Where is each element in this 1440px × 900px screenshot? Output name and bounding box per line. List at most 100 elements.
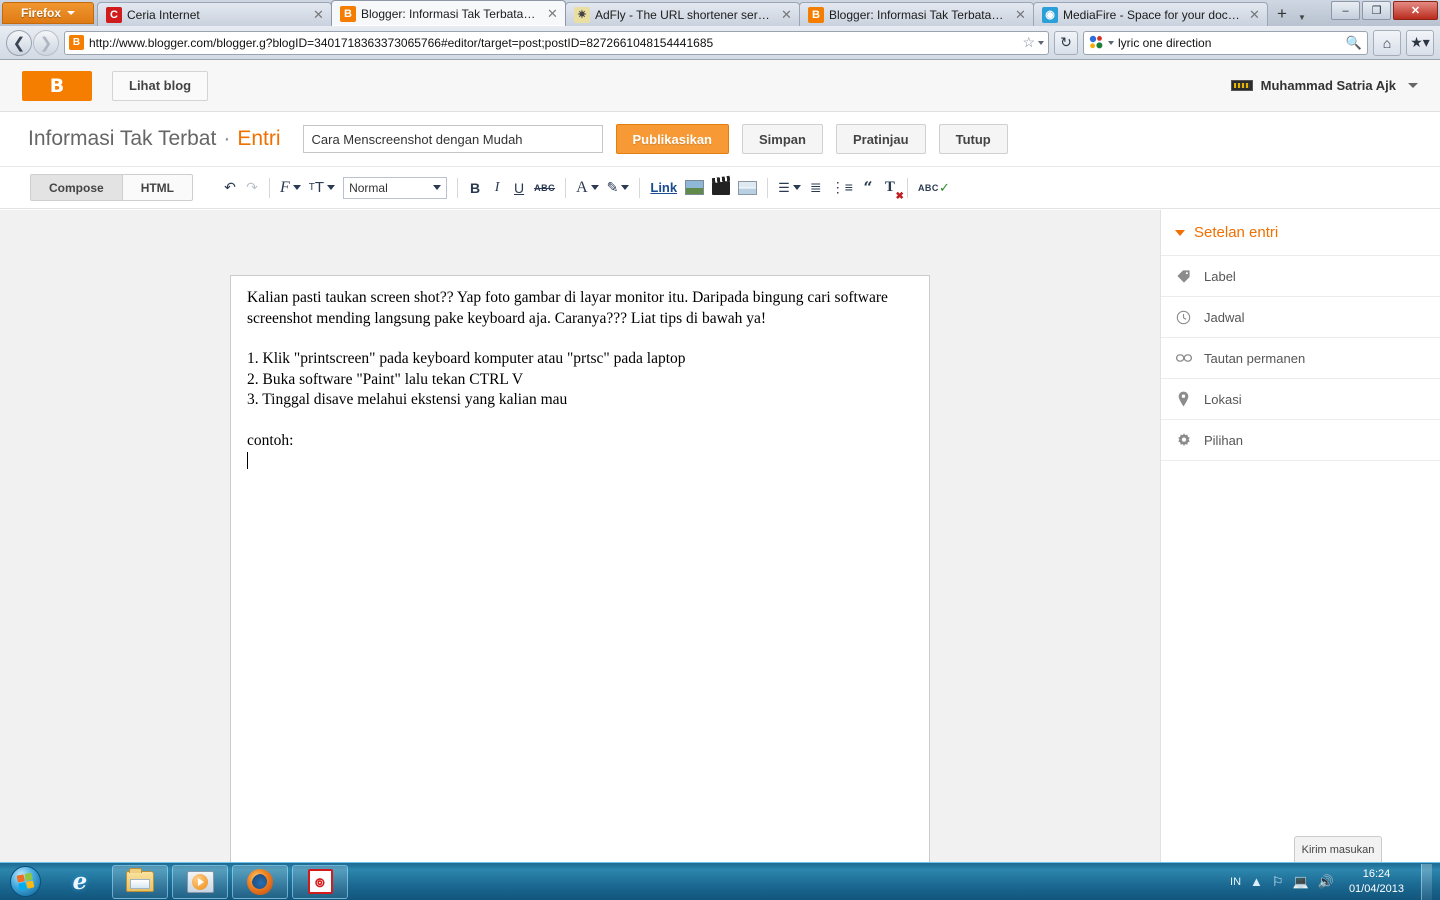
sidebar-item-label[interactable]: Label bbox=[1161, 256, 1440, 297]
close-post-button[interactable]: Tutup bbox=[938, 124, 1008, 154]
post-settings-header[interactable]: Setelan entri bbox=[1161, 210, 1440, 256]
taskbar-item-red-app[interactable]: ๏ bbox=[292, 864, 348, 899]
font-family-icon[interactable]: F bbox=[276, 175, 305, 201]
adfly-icon: ✷ bbox=[574, 6, 590, 23]
reload-button[interactable]: ↻ bbox=[1054, 30, 1078, 55]
send-feedback-button[interactable]: Kirim masukan bbox=[1294, 836, 1382, 862]
chevron-down-icon[interactable] bbox=[1038, 40, 1044, 45]
close-icon[interactable]: ✕ bbox=[780, 7, 793, 23]
text-align-icon[interactable]: ☰ bbox=[774, 175, 805, 201]
forward-button[interactable]: ❯ bbox=[33, 29, 59, 56]
action-center-flag-icon[interactable]: ⚐ bbox=[1272, 874, 1284, 890]
sidebar-item-pilihan[interactable]: Pilihan bbox=[1161, 420, 1440, 461]
close-icon[interactable]: ✕ bbox=[546, 6, 559, 22]
close-icon[interactable]: ✕ bbox=[312, 7, 325, 23]
network-icon[interactable]: 💻 bbox=[1293, 874, 1309, 890]
editor-mode-switch: Compose HTML bbox=[30, 174, 194, 201]
insert-image-icon[interactable] bbox=[681, 175, 708, 201]
strikethrough-icon[interactable]: ABC bbox=[530, 175, 559, 201]
redo-icon[interactable]: ↷ bbox=[241, 175, 263, 201]
blogger-icon: B bbox=[69, 35, 84, 50]
close-icon[interactable]: ✕ bbox=[1014, 7, 1027, 23]
publish-button[interactable]: Publikasikan bbox=[615, 124, 729, 154]
undo-icon[interactable]: ↶ bbox=[219, 175, 241, 201]
paragraph-format-select[interactable]: Normal bbox=[343, 176, 448, 199]
taskbar-item-internet-explorer[interactable]: e bbox=[52, 865, 108, 899]
sidebar-item-jadwal[interactable]: Jadwal bbox=[1161, 297, 1440, 338]
editor-line: 1. Klik "printscreen" pada keyboard komp… bbox=[247, 350, 686, 368]
taskbar-item-firefox[interactable] bbox=[232, 864, 288, 899]
underline-icon[interactable]: U bbox=[508, 175, 530, 201]
list-all-tabs-icon[interactable]: ▼ bbox=[1295, 13, 1309, 22]
taskbar-item-media-player[interactable] bbox=[172, 864, 228, 899]
tab-html[interactable]: HTML bbox=[122, 174, 194, 201]
clock[interactable]: 16:24 01/04/2013 bbox=[1343, 867, 1410, 896]
search-bar[interactable]: lyric one direction 🔍 bbox=[1083, 30, 1368, 55]
close-button[interactable]: ✕ bbox=[1393, 1, 1438, 20]
blogger-icon: B bbox=[808, 6, 824, 23]
show-desktop-button[interactable] bbox=[1421, 863, 1432, 900]
mediafire-icon: ◉ bbox=[1042, 6, 1058, 23]
blog-name: Informasi Tak Terbat bbox=[28, 127, 217, 150]
toolbar-divider bbox=[639, 177, 641, 198]
preview-button[interactable]: Pratinjau bbox=[835, 124, 926, 154]
address-bar[interactable]: B http://www.blogger.com/blogger.g?blogI… bbox=[64, 30, 1049, 55]
tab-compose[interactable]: Compose bbox=[30, 174, 123, 201]
browser-tab-mediafire[interactable]: ◉ MediaFire - Space for your docum... ✕ bbox=[1033, 2, 1268, 26]
search-input[interactable]: lyric one direction bbox=[1118, 36, 1342, 50]
restore-button[interactable]: ❐ bbox=[1362, 1, 1391, 20]
search-icon[interactable]: 🔍 bbox=[1346, 35, 1362, 51]
insert-video-icon[interactable] bbox=[708, 175, 734, 201]
browser-tab-blogger-active[interactable]: B Blogger: Informasi Tak Terbatas (... ✕ bbox=[331, 0, 566, 26]
spellcheck-icon[interactable]: ABC ✓ bbox=[914, 175, 954, 201]
back-button[interactable]: ❮ bbox=[6, 29, 32, 56]
link-icon bbox=[1175, 352, 1192, 364]
insert-jump-break-icon[interactable] bbox=[734, 175, 761, 201]
taskbar-item-file-explorer[interactable] bbox=[112, 864, 168, 899]
browser-tab-ceria-internet[interactable]: C Ceria Internet ✕ bbox=[97, 2, 332, 26]
view-blog-button[interactable]: Lihat blog bbox=[112, 70, 209, 101]
show-hidden-icons-icon[interactable]: ▲ bbox=[1250, 874, 1263, 889]
firefox-menu-button[interactable]: Firefox bbox=[2, 2, 94, 24]
chevron-down-icon bbox=[590, 185, 599, 190]
minimize-button[interactable]: – bbox=[1331, 1, 1360, 20]
browser-tab-blogger-2[interactable]: B Blogger: Informasi Tak Terbatas (... ✕ bbox=[799, 2, 1034, 26]
chevron-down-icon[interactable] bbox=[1108, 40, 1114, 45]
post-title-input[interactable]: Cara Menscreenshot dengan Mudah bbox=[302, 125, 603, 153]
chevron-down-icon bbox=[67, 11, 75, 15]
bookmarks-button[interactable]: ★▾ bbox=[1406, 29, 1434, 56]
save-button[interactable]: Simpan bbox=[742, 124, 823, 154]
account-name: Muhammad Satria Ajk bbox=[1260, 78, 1396, 93]
browser-tab-adfly[interactable]: ✷ AdFly - The URL shortener service ... … bbox=[565, 2, 800, 26]
blockquote-icon[interactable]: “ bbox=[857, 175, 879, 201]
numbered-list-icon[interactable]: ≣ bbox=[805, 175, 827, 201]
chevron-down-icon bbox=[621, 185, 630, 190]
home-button[interactable]: ⌂ bbox=[1373, 29, 1401, 56]
unknown-red-app-icon: ๏ bbox=[307, 869, 333, 894]
highlight-color-icon[interactable]: ✎ bbox=[603, 175, 634, 201]
close-icon[interactable]: ✕ bbox=[1248, 7, 1261, 23]
bold-icon[interactable]: B bbox=[464, 175, 486, 201]
chevron-down-icon bbox=[1408, 83, 1418, 88]
toolbar-divider bbox=[565, 177, 567, 198]
post-body-editor[interactable]: Kalian pasti taukan screen shot?? Yap fo… bbox=[230, 275, 930, 862]
new-tab-button[interactable]: + bbox=[1271, 3, 1293, 25]
page-title: Entri bbox=[237, 127, 281, 150]
start-button[interactable] bbox=[2, 864, 48, 900]
blogger-icon: B bbox=[340, 5, 356, 22]
editor-work-area: Kalian pasti taukan screen shot?? Yap fo… bbox=[0, 210, 1440, 862]
language-indicator[interactable]: IN bbox=[1230, 876, 1241, 888]
blogger-logo[interactable]: B bbox=[22, 70, 92, 101]
italic-icon[interactable]: I bbox=[486, 175, 508, 201]
bulleted-list-icon[interactable]: ⋮≡ bbox=[827, 175, 857, 201]
bookmark-star-icon[interactable]: ☆ bbox=[1022, 34, 1035, 51]
sidebar-item-lokasi[interactable]: Lokasi bbox=[1161, 379, 1440, 420]
avatar bbox=[1230, 80, 1253, 91]
insert-link-button[interactable]: Link bbox=[646, 175, 681, 201]
text-color-icon[interactable]: A bbox=[572, 175, 603, 201]
volume-icon[interactable]: 🔊 bbox=[1318, 874, 1334, 890]
font-size-icon[interactable]: TT bbox=[305, 175, 339, 201]
remove-formatting-icon[interactable]: T ✖ bbox=[879, 175, 904, 202]
account-menu[interactable]: Muhammad Satria Ajk bbox=[1230, 78, 1418, 93]
sidebar-item-permalink[interactable]: Tautan permanen bbox=[1161, 338, 1440, 379]
